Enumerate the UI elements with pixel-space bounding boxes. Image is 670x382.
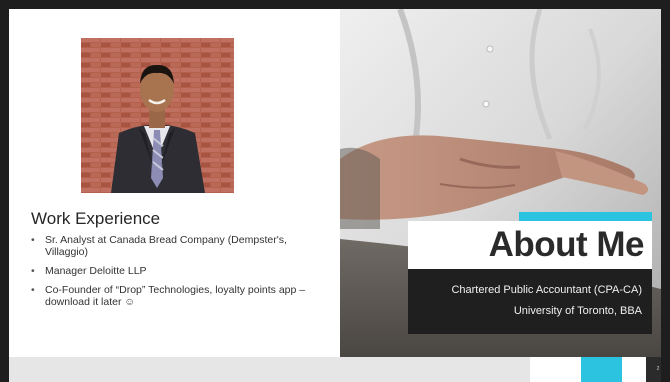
- list-item: Sr. Analyst at Canada Bread Company (Dem…: [31, 234, 331, 258]
- portrait-photo: [81, 38, 234, 193]
- work-experience-list: Sr. Analyst at Canada Bread Company (Dem…: [31, 234, 331, 315]
- list-item: Co-Founder of “Drop” Technologies, loyal…: [31, 284, 331, 308]
- subtitle-line-1: Chartered Public Accountant (CPA-CA): [451, 284, 642, 296]
- title-card: About Me: [408, 221, 652, 269]
- footer-accent-block: [581, 357, 622, 382]
- footer-white-block: [530, 357, 581, 382]
- footer-white-block-2: [622, 357, 646, 382]
- slide: Work Experience Sr. Analyst at Canada Br…: [0, 0, 670, 382]
- left-content-panel: Work Experience Sr. Analyst at Canada Br…: [9, 9, 340, 357]
- work-experience-title: Work Experience: [31, 209, 161, 228]
- list-item: Manager Deloitte LLP: [31, 265, 331, 277]
- subtitle-card: Chartered Public Accountant (CPA-CA) Uni…: [408, 269, 652, 334]
- portrait-image: [81, 38, 234, 193]
- subtitle-line-2: University of Toronto, BBA: [513, 305, 642, 317]
- footer-band: 2: [0, 357, 670, 382]
- slide-title: About Me: [488, 225, 645, 264]
- title-accent-bar: [519, 212, 652, 221]
- slide-number: 2: [656, 366, 660, 372]
